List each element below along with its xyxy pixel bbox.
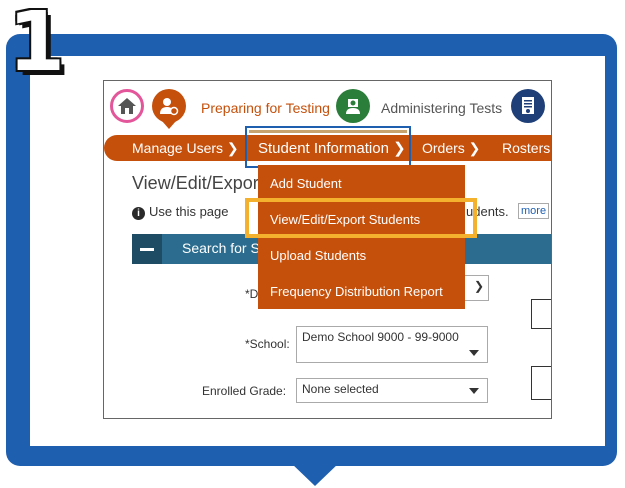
enrolled-grade-value: None selected — [302, 382, 379, 396]
orders-menu[interactable]: Orders ❯ — [422, 140, 480, 157]
more-link[interactable]: more — [518, 203, 550, 219]
collapse-icon[interactable] — [132, 234, 162, 264]
enrolled-grade-select[interactable]: None selected — [296, 378, 488, 403]
frame-pointer — [290, 462, 340, 486]
info-message-text: Use this page — [149, 204, 229, 219]
side-box — [531, 299, 551, 329]
manage-users-menu[interactable]: Manage Users ❯ — [132, 140, 239, 157]
administering-tests-link[interactable]: Administering Tests — [381, 100, 502, 116]
district-label: *D — [245, 287, 259, 301]
active-section-pin — [162, 121, 176, 129]
info-icon: i — [132, 207, 145, 220]
selected-item-highlight — [245, 198, 477, 238]
home-icon[interactable] — [110, 89, 144, 123]
administering-icon[interactable] — [336, 89, 370, 123]
student-information-menu[interactable]: Student Information ❯ — [252, 135, 408, 161]
search-panel-title: Search for S — [182, 240, 260, 256]
reports-icon[interactable] — [511, 89, 545, 123]
frequency-distribution-report-item[interactable]: Frequency Distribution Report — [270, 284, 443, 299]
page-title: View/Edit/Expor — [132, 173, 259, 193]
step-number: 1 — [8, 0, 66, 90]
rosters-menu[interactable]: Rosters — [502, 140, 550, 156]
dropdown-caret-icon — [469, 388, 479, 394]
school-label: *School: — [245, 337, 290, 351]
preparing-icon[interactable] — [152, 89, 186, 123]
upload-students-item[interactable]: Upload Students — [270, 248, 366, 263]
info-message: i Use this page — [132, 204, 229, 220]
preparing-for-testing-link[interactable]: Preparing for Testing — [201, 100, 330, 116]
add-student-item[interactable]: Add Student — [270, 176, 342, 191]
chevron-down-icon: ❯ — [473, 279, 484, 293]
school-select[interactable]: Demo School 9000 - 99-9000 — [296, 326, 488, 363]
dropdown-caret-icon — [469, 350, 479, 356]
side-box — [531, 366, 551, 400]
school-select-value: Demo School 9000 - 99-9000 — [302, 330, 459, 344]
enrolled-grade-label: Enrolled Grade: — [202, 384, 287, 398]
